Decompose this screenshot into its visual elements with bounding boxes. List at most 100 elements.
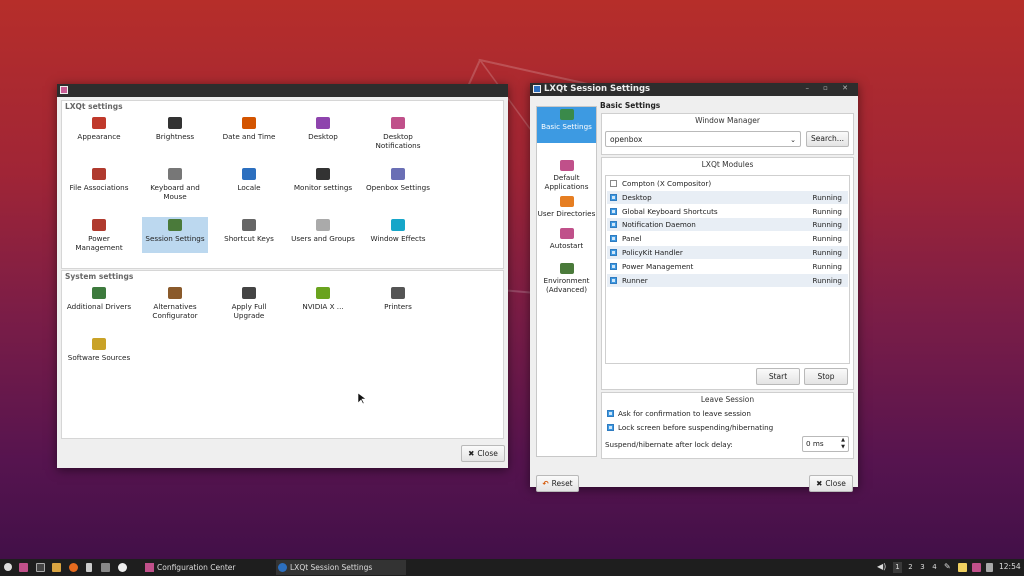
module-row-panel[interactable]: Panel Running [607, 232, 848, 245]
settings-icon[interactable] [118, 563, 127, 572]
settings-item-keyboard-and-mouse[interactable]: Keyboard and Mouse [142, 166, 208, 202]
file-manager-icon[interactable] [52, 563, 61, 572]
notifications-icon [391, 117, 405, 129]
module-checkbox[interactable] [610, 276, 617, 284]
session-close-label: Close [825, 479, 846, 488]
module-row-notification-daemon[interactable]: Notification Daemon Running [607, 218, 848, 232]
settings-item-locale[interactable]: Locale [216, 166, 282, 202]
settings-item-date-and-time[interactable]: Date and Time [216, 115, 282, 151]
main-menu-icon[interactable] [4, 563, 12, 571]
config-close-button[interactable]: ✖ Close [461, 445, 505, 462]
ask-confirmation-check[interactable] [607, 410, 614, 417]
openbox-icon [391, 168, 405, 180]
default-apps-icon [559, 160, 574, 171]
show-desktop-icon[interactable] [19, 563, 28, 572]
settings-item-printers[interactable]: Printers [365, 285, 431, 321]
settings-item-brightness[interactable]: Brightness [142, 115, 208, 151]
start-button[interactable]: Start [756, 368, 800, 385]
tray-app-icon[interactable] [972, 563, 981, 572]
settings-item-apply-full-upgrade[interactable]: Apply Full Upgrade [216, 285, 282, 321]
modules-list: Compton (X Compositor) Desktop Running Glob… [605, 175, 850, 364]
settings-item-users-and-groups[interactable]: Users and Groups [290, 217, 356, 253]
module-checkbox[interactable] [610, 221, 617, 229]
workspace-1[interactable]: 1 [893, 562, 902, 573]
lock-screen-checkbox[interactable]: Lock screen before suspending/hibernatin… [604, 422, 844, 434]
settings-item-power-management[interactable]: Power Management [66, 217, 132, 253]
stop-button[interactable]: Stop [804, 368, 848, 385]
module-checkbox[interactable] [610, 207, 617, 215]
notes-icon[interactable] [958, 563, 967, 572]
module-checkbox[interactable] [610, 180, 617, 187]
sidebar-item-basic-settings[interactable]: Basic Settings [537, 107, 596, 143]
settings-item-session-settings[interactable]: Session Settings [142, 217, 208, 253]
sidebar-item-default-applications[interactable]: Default Applications [537, 158, 596, 192]
settings-item-appearance[interactable]: Appearance [66, 115, 132, 151]
session-close-button[interactable]: ✖ Close [809, 475, 853, 492]
basic-settings-heading: Basic Settings [600, 101, 661, 110]
nvidia-icon [316, 287, 330, 299]
display-icon[interactable] [101, 563, 110, 572]
module-checkbox[interactable] [610, 193, 617, 201]
sidebar-item-autostart[interactable]: Autostart [537, 226, 596, 259]
sidebar-item-user-directories[interactable]: User Directories [537, 194, 596, 224]
module-row-policykit-handler[interactable]: PolicyKit Handler Running [607, 246, 848, 259]
settings-item-alternatives-configurator[interactable]: Alternatives Configurator [142, 285, 208, 321]
task-configuration-center[interactable]: Configuration Center [143, 560, 273, 575]
reset-button[interactable]: ↶ Reset [536, 475, 579, 492]
module-row-compton-x-compositor[interactable]: Compton (X Compositor) [607, 177, 848, 190]
printer-icon [391, 287, 405, 299]
drivers-icon [92, 287, 106, 299]
settings-item-label: Apply Full Upgrade [231, 302, 267, 320]
task-session-settings[interactable]: LXQt Session Settings [276, 560, 406, 575]
settings-item-label: NVIDIA X ... [302, 302, 344, 311]
module-row-runner[interactable]: Runner Running [607, 273, 848, 287]
reset-button-label: Reset [551, 479, 573, 488]
lxqt-modules-title: LXQt Modules [701, 160, 754, 169]
settings-item-desktop[interactable]: Desktop [290, 115, 356, 151]
settings-item-label: Printers [384, 302, 412, 311]
bookmark-icon[interactable] [86, 563, 92, 572]
lock-screen-check[interactable] [607, 424, 614, 431]
settings-item-openbox-settings[interactable]: Openbox Settings [365, 166, 431, 202]
sidebar-item-environment-advanced[interactable]: Environment (Advanced) [537, 261, 596, 301]
lock-screen-label: Lock screen before suspending/hibernatin… [618, 423, 774, 432]
pen-icon[interactable]: ✎ [944, 562, 951, 571]
workspace-4[interactable]: 4 [930, 562, 939, 573]
settings-item-nvidia-x[interactable]: NVIDIA X ... [290, 285, 356, 321]
session-sidebar: Basic Settings Default Applications User D… [536, 106, 597, 457]
brightness-icon [168, 117, 182, 129]
spin-arrows-icon[interactable]: ▲ ▼ [841, 437, 845, 451]
settings-item-software-sources[interactable]: Software Sources [66, 336, 132, 372]
volume-icon[interactable]: ◀) [877, 562, 886, 571]
search-button[interactable]: Search... [806, 131, 849, 147]
module-row-desktop[interactable]: Desktop Running [607, 190, 848, 204]
network-icon[interactable] [986, 563, 993, 572]
settings-item-label: Software Sources [67, 353, 131, 362]
session-titlebar[interactable]: LXQt Session Settings – ▫ ✕ [530, 83, 858, 96]
module-checkbox[interactable] [610, 262, 617, 270]
settings-item-file-associations[interactable]: File Associations [66, 166, 132, 202]
settings-item-additional-drivers[interactable]: Additional Drivers [66, 285, 132, 321]
module-checkbox[interactable] [610, 249, 617, 256]
window-manager-select[interactable]: openbox ⌄ [605, 131, 801, 147]
mouse-cursor-icon [358, 393, 366, 405]
terminal-icon[interactable] [36, 563, 45, 572]
settings-item-shortcut-keys[interactable]: Shortcut Keys [216, 217, 282, 253]
settings-item-window-effects[interactable]: Window Effects [365, 217, 431, 253]
settings-item-monitor-settings[interactable]: Monitor settings [290, 166, 356, 202]
ask-confirmation-checkbox[interactable]: Ask for confirmation to leave session [604, 408, 844, 420]
workspace-3[interactable]: 3 [918, 562, 927, 573]
config-titlebar[interactable] [57, 84, 508, 97]
window-controls[interactable]: – ▫ ✕ [805, 84, 854, 92]
module-row-global-keyboard-shortcuts[interactable]: Global Keyboard Shortcuts Running [607, 205, 848, 218]
firefox-icon[interactable] [69, 563, 78, 572]
user-dirs-icon [559, 196, 574, 207]
settings-item-desktop-notifications[interactable]: Desktop Notifications [365, 115, 431, 151]
settings-item-label: Appearance [77, 132, 121, 141]
workspace-2[interactable]: 2 [906, 562, 915, 573]
task-configuration-center-label: Configuration Center [157, 563, 236, 572]
delay-spinbox[interactable]: 0 ms ▲ ▼ [802, 436, 849, 452]
module-checkbox[interactable] [610, 235, 617, 243]
module-row-power-management[interactable]: Power Management Running [607, 260, 848, 273]
users-icon [316, 219, 330, 231]
